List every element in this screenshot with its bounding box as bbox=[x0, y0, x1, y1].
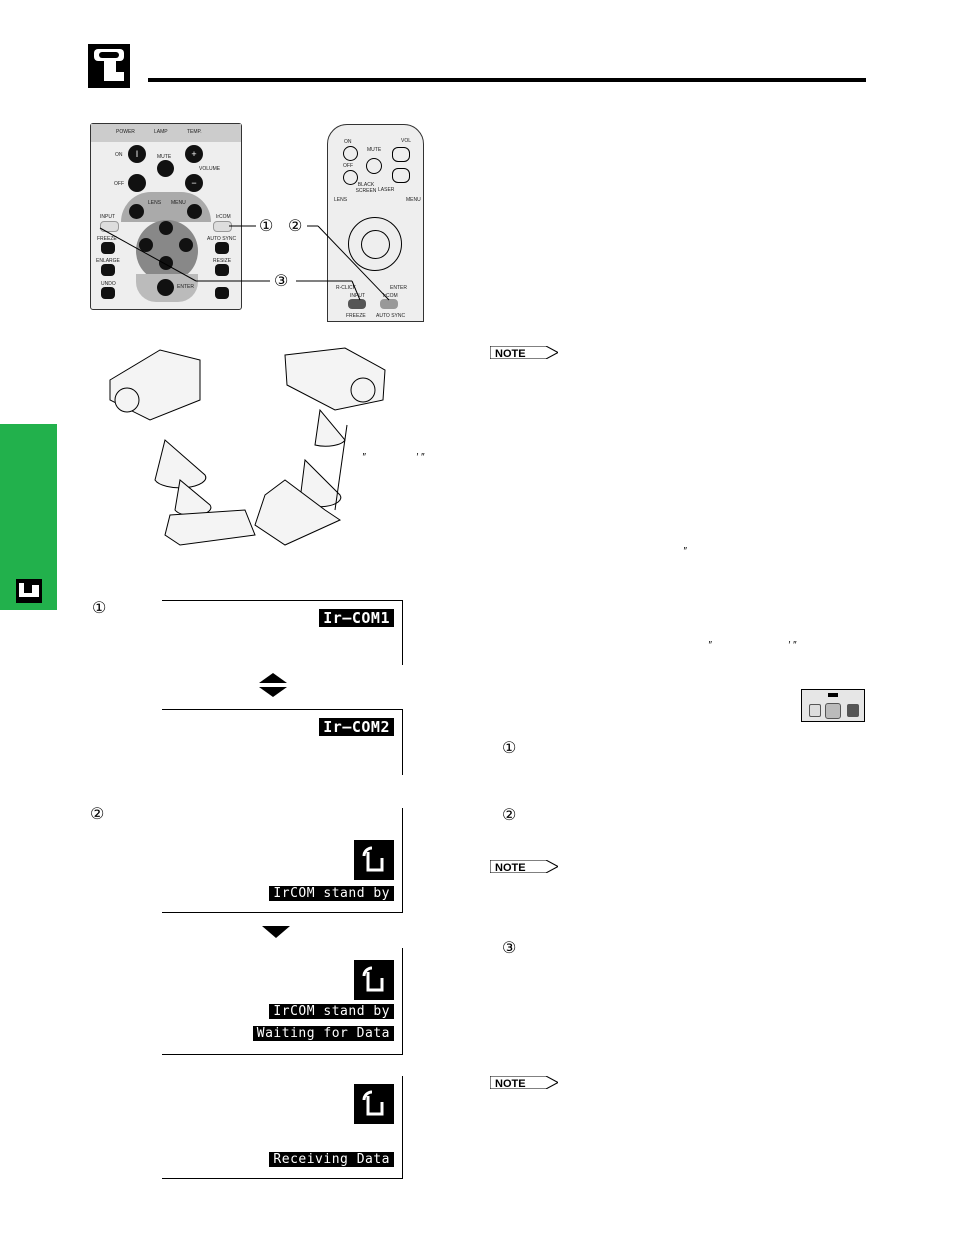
auto-sync-button[interactable] bbox=[215, 242, 229, 254]
osd-standby-label: IrCOM stand by bbox=[269, 886, 394, 901]
step-3-marker: ③ bbox=[502, 940, 517, 957]
vol-up-button[interactable] bbox=[392, 147, 410, 162]
toggle-arrows-icon bbox=[259, 673, 287, 697]
menu-label: MENU bbox=[406, 197, 421, 203]
lens-label: LENS bbox=[148, 200, 162, 206]
quote-mark: ″ bbox=[708, 640, 712, 651]
lens-button[interactable] bbox=[129, 204, 144, 219]
step-2-marker: ② bbox=[502, 807, 517, 824]
auto-sync-label: AUTO SYNC bbox=[376, 313, 406, 319]
ircom-icon bbox=[354, 960, 394, 1000]
osd-standby-label: IrCOM stand by bbox=[269, 1004, 394, 1019]
osd-screen-standby: IrCOM stand by bbox=[162, 808, 403, 913]
down-arrow-icon bbox=[262, 926, 290, 938]
vol-label: VOL bbox=[401, 138, 412, 144]
down-button[interactable] bbox=[159, 256, 173, 270]
note-badge: NOTE bbox=[490, 346, 558, 359]
osd-receiving-label: Receiving Data bbox=[269, 1152, 394, 1167]
ircom-button[interactable] bbox=[380, 299, 398, 309]
enlarge-button[interactable] bbox=[101, 264, 115, 276]
volume-down-button[interactable]: − bbox=[185, 174, 203, 192]
resize-button[interactable] bbox=[215, 264, 229, 276]
right-button[interactable] bbox=[179, 238, 193, 252]
laser-button[interactable] bbox=[215, 287, 229, 299]
svg-text:NOTE: NOTE bbox=[495, 1078, 526, 1089]
on-label: ON bbox=[115, 152, 123, 158]
input-button[interactable] bbox=[100, 221, 119, 232]
black-screen-label: BLACK SCREEN bbox=[355, 182, 377, 194]
lamp-indicator-label: LAMP bbox=[154, 129, 168, 135]
on-label: ON bbox=[344, 139, 352, 145]
ircom-button[interactable] bbox=[213, 221, 232, 232]
remote-control-main: POWER LAMP TEMP. ON I MUTE + VOLUME OFF … bbox=[90, 123, 242, 310]
input-label: INPUT bbox=[100, 214, 115, 220]
remote-control-wireless-mouse: ON MUTE VOL OFF BLACK SCREEN LASER LENS … bbox=[327, 124, 424, 322]
r-click-label: R-CLICK bbox=[336, 285, 357, 291]
osd-waiting-label: Waiting for Data bbox=[252, 1026, 394, 1041]
osd-screen-ircom1: Ir—COM1 bbox=[162, 600, 403, 665]
svg-text:NOTE: NOTE bbox=[495, 862, 526, 873]
ircom-icon bbox=[354, 840, 394, 880]
temp-indicator-label: TEMP. bbox=[187, 129, 202, 135]
quote-mark: ′ ″ bbox=[788, 640, 797, 651]
enter-label: ENTER bbox=[177, 284, 194, 290]
callout-1: ① bbox=[259, 218, 274, 235]
osd-step-1-marker: ① bbox=[92, 600, 107, 617]
osd-step-2-marker: ② bbox=[90, 806, 105, 823]
osd-screen-ircom2: Ir—COM2 bbox=[162, 709, 403, 775]
callout-3: ③ bbox=[274, 273, 289, 290]
mute-button[interactable] bbox=[366, 158, 382, 174]
svg-text:NOTE: NOTE bbox=[495, 348, 526, 359]
up-button[interactable] bbox=[159, 221, 173, 235]
freeze-button[interactable] bbox=[101, 242, 115, 254]
osd-screen-waiting: IrCOM stand by Waiting for Data bbox=[162, 948, 403, 1055]
left-button[interactable] bbox=[139, 238, 153, 252]
undo-button[interactable] bbox=[101, 287, 115, 299]
quote-mark: ″ bbox=[362, 452, 366, 463]
ircom-projector-illustration bbox=[109, 347, 386, 546]
ircom-icon bbox=[354, 1084, 394, 1124]
on-button[interactable]: I bbox=[128, 145, 146, 163]
enter-label: ENTER bbox=[390, 285, 407, 291]
input-button[interactable] bbox=[348, 299, 366, 309]
note-badge: NOTE bbox=[490, 1076, 558, 1089]
menu-button[interactable] bbox=[187, 204, 202, 219]
vol-down-button[interactable] bbox=[392, 168, 410, 183]
osd-ircom1-label: Ir—COM1 bbox=[319, 609, 394, 627]
quote-mark: ″ bbox=[683, 546, 687, 557]
osd-screen-receiving: Receiving Data bbox=[162, 1076, 403, 1179]
mute-button[interactable] bbox=[157, 160, 174, 177]
laser-label: LASER bbox=[378, 187, 395, 193]
ircom-label: IrCOM bbox=[216, 214, 231, 220]
mute-label: MUTE bbox=[367, 147, 382, 153]
hand-pointer-icon bbox=[88, 44, 130, 88]
off-button[interactable] bbox=[128, 174, 146, 192]
volume-label: VOLUME bbox=[199, 166, 221, 172]
direction-pad[interactable] bbox=[348, 217, 402, 271]
off-label: OFF bbox=[114, 181, 124, 187]
menu-label: MENU bbox=[171, 200, 186, 206]
manual-page: POWER LAMP TEMP. ON I MUTE + VOLUME OFF … bbox=[0, 0, 954, 1235]
callout-2: ② bbox=[288, 218, 303, 235]
side-tab bbox=[0, 424, 57, 610]
volume-up-button[interactable]: + bbox=[185, 145, 203, 163]
step-1-marker: ① bbox=[502, 740, 517, 757]
lens-label: LENS bbox=[334, 197, 348, 203]
header-rule bbox=[148, 78, 866, 82]
projector-laptop-icon bbox=[16, 579, 42, 603]
on-button[interactable] bbox=[343, 146, 358, 161]
enter-button[interactable] bbox=[157, 279, 174, 296]
off-label: OFF bbox=[343, 163, 353, 169]
note-badge: NOTE bbox=[490, 860, 558, 873]
quote-mark: ′ ″ bbox=[416, 452, 425, 463]
mode-switch-icon bbox=[801, 689, 865, 722]
freeze-label: FREEZE bbox=[346, 313, 366, 319]
power-indicator-label: POWER bbox=[116, 129, 135, 135]
osd-ircom2-label: Ir—COM2 bbox=[319, 718, 394, 736]
